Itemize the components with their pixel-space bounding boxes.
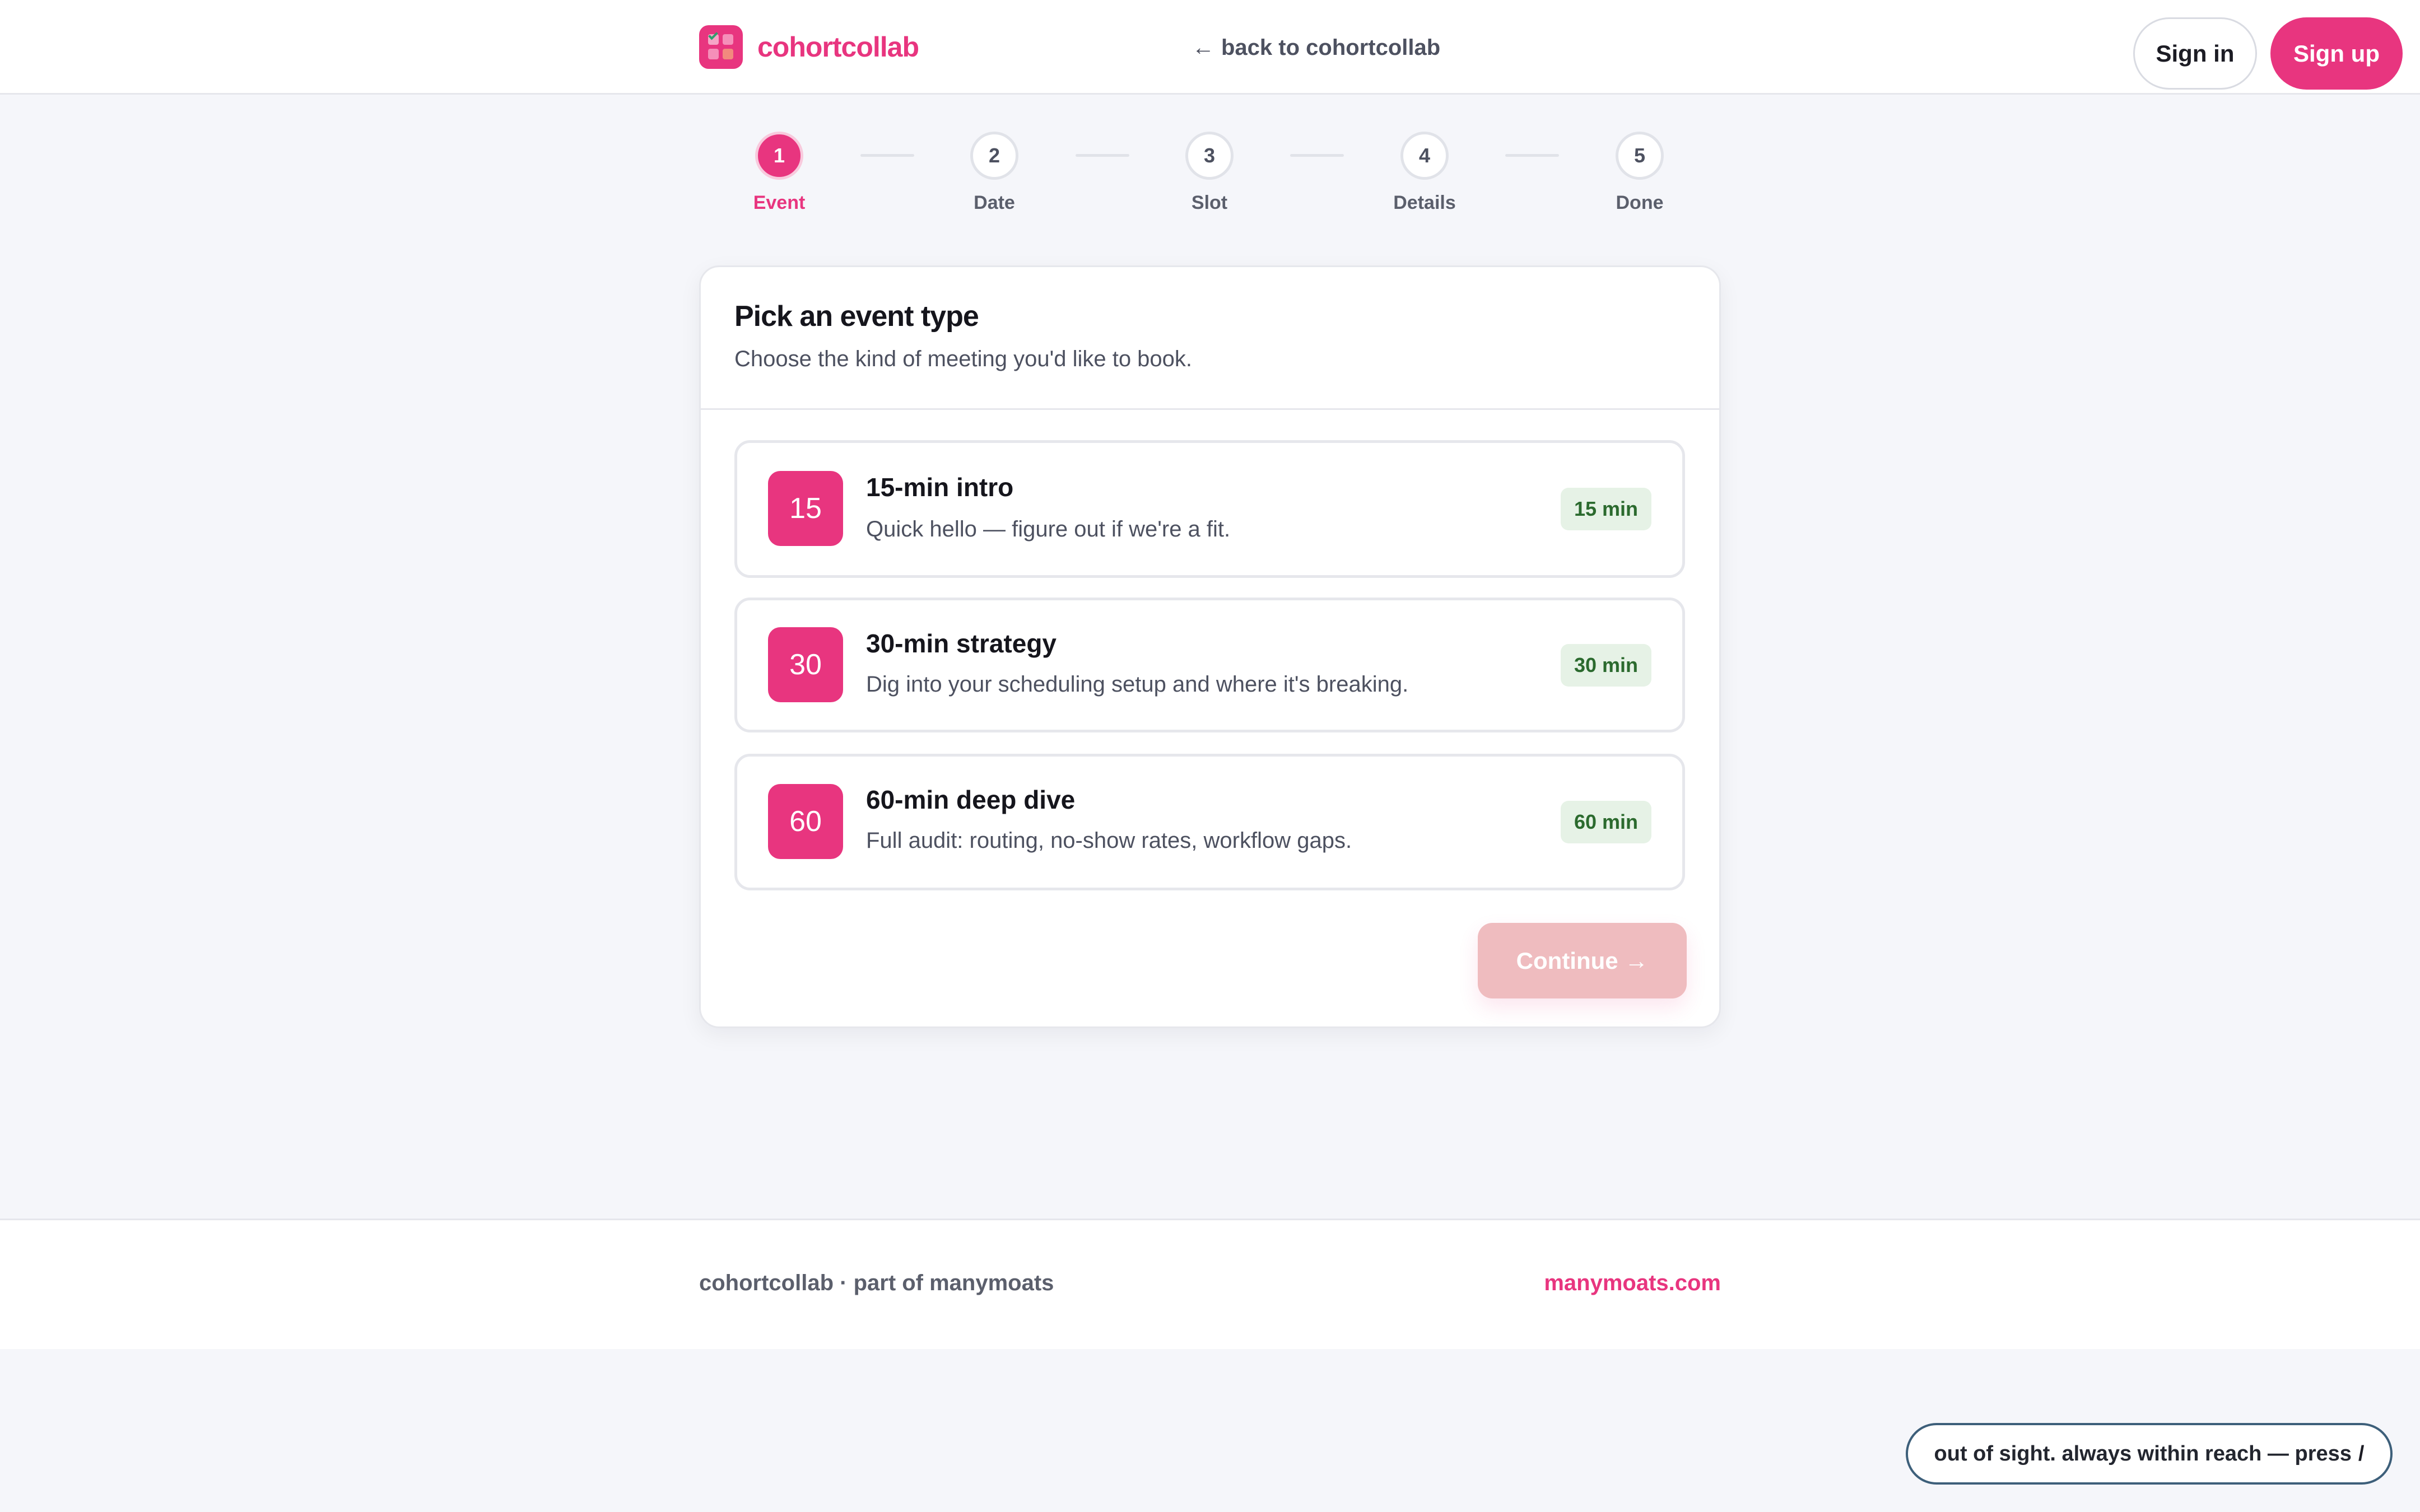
duration-tag: 30 min (1560, 643, 1651, 687)
manymoats-link[interactable]: manymoats.com (1544, 1271, 1721, 1296)
event-option-30-min-strategy[interactable]: 30 30-min strategy Dig into your schedul… (734, 598, 1685, 732)
option-title: 15-min intro (866, 473, 1014, 502)
duration-badge: 30 (768, 627, 843, 702)
step-label: Event (753, 192, 806, 213)
duration-tag: 15 min (1560, 488, 1651, 530)
step-label: Details (1393, 192, 1456, 213)
back-link[interactable]: ← back to cohortcollab (1192, 34, 1440, 62)
top-navigation-bar: cohortcollab ← back to cohortcollab Sign… (0, 0, 2420, 95)
step-number: 3 (1185, 132, 1234, 180)
event-option-60-min-deep-dive[interactable]: 60 60-min deep dive Full audit: routing,… (734, 754, 1685, 890)
duration-tag: 60 min (1560, 801, 1651, 843)
step-connector (1290, 154, 1344, 157)
option-description: Quick hello — figure out if we're a fit. (866, 517, 1231, 542)
step-number: 2 (970, 132, 1018, 180)
page-subtitle: Choose the kind of meeting you'd like to… (734, 347, 1193, 371)
footer-credit: cohortcollab · part of manymoats (699, 1271, 1054, 1295)
brand-name: cohortcollab (757, 31, 919, 63)
step-label: Date (974, 192, 1015, 213)
step-done: 5 Done (1584, 132, 1696, 214)
card-header: Pick an event type Choose the kind of me… (701, 267, 1719, 410)
event-type-card: Pick an event type Choose the kind of me… (699, 265, 1721, 1028)
option-title: 60-min deep dive (866, 785, 1076, 814)
step-details: 4 Details (1369, 132, 1481, 214)
continue-button[interactable]: Continue → (1478, 923, 1687, 998)
sign-up-button[interactable]: Sign up (2270, 17, 2403, 90)
step-number: 4 (1400, 132, 1449, 180)
booking-stepper: 1 Event 2 Date 3 Slot 4 Details 5 Done (0, 132, 2420, 221)
option-description: Full audit: routing, no-show rates, work… (866, 828, 1352, 853)
shortcut-key: / (2358, 1441, 2365, 1466)
step-connector (1076, 154, 1129, 157)
brand-link[interactable]: cohortcollab (699, 25, 919, 69)
keyboard-shortcut-hint[interactable]: out of sight. always within reach — pres… (1906, 1423, 2393, 1485)
step-connector (1505, 154, 1559, 157)
sign-in-button[interactable]: Sign in (2133, 17, 2257, 90)
duration-badge: 15 (768, 471, 843, 546)
step-number: 1 (755, 132, 803, 180)
event-option-15-min-intro[interactable]: 15 15-min intro Quick hello — figure out… (734, 440, 1685, 578)
step-event: 1 Event (723, 132, 835, 214)
back-link-label: back to cohortcollab (1221, 35, 1441, 60)
page-footer: cohortcollab · part of manymoats manymoa… (0, 1219, 2420, 1349)
arrow-left-icon: ← (1192, 35, 1214, 60)
duration-badge: 60 (768, 784, 843, 859)
step-date: 2 Date (938, 132, 1050, 214)
option-description: Dig into your scheduling setup and where… (866, 672, 1409, 697)
option-title: 30-min strategy (866, 629, 1057, 658)
hint-text: out of sight. always within reach — pres… (1934, 1441, 2352, 1466)
step-label: Slot (1191, 192, 1228, 213)
app-grid-logo-icon (699, 25, 743, 69)
step-connector (860, 154, 914, 157)
step-label: Done (1616, 192, 1664, 213)
page-title: Pick an event type (734, 300, 979, 333)
step-slot: 3 Slot (1153, 132, 1265, 214)
step-number: 5 (1616, 132, 1664, 180)
